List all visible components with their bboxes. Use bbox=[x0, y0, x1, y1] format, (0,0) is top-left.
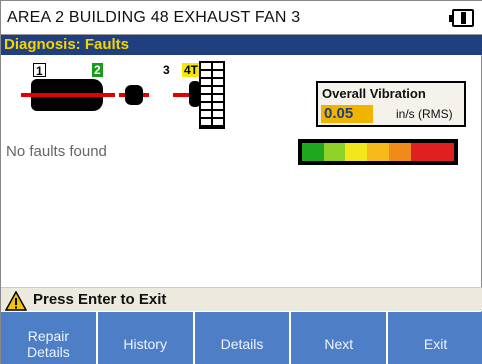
point-label-4t: 4T bbox=[182, 63, 201, 77]
coupling-icon bbox=[125, 85, 143, 105]
analyzer-screen: AREA 2 BUILDING 48 EXHAUST FAN 3 Diagnos… bbox=[0, 0, 482, 364]
softkey-label-line2: Details bbox=[220, 335, 264, 352]
point-label-1: 1 bbox=[33, 63, 46, 78]
faults-message: No faults found bbox=[6, 143, 107, 160]
softkey-exit[interactable]: Exit bbox=[388, 312, 482, 364]
motor-shaft-line bbox=[21, 93, 115, 97]
softkey-label-line2: Next bbox=[324, 335, 354, 352]
severity-segment bbox=[410, 143, 433, 161]
point-label-2: 2 bbox=[92, 63, 103, 77]
screen-title: Diagnosis: Faults bbox=[4, 36, 130, 53]
machine-title: AREA 2 BUILDING 48 EXHAUST FAN 3 bbox=[7, 9, 301, 26]
overall-vibration-value: 0.05 bbox=[321, 105, 373, 123]
title-bar: AREA 2 BUILDING 48 EXHAUST FAN 3 bbox=[1, 1, 482, 35]
severity-segment bbox=[432, 143, 455, 161]
fan-icon bbox=[199, 61, 225, 129]
softkey-label-line1: Repair bbox=[27, 327, 70, 344]
softkey-label-line2: History bbox=[123, 335, 167, 352]
severity-segment bbox=[323, 143, 346, 161]
point-label-3: 3 bbox=[161, 63, 172, 77]
warning-icon bbox=[5, 291, 27, 311]
prompt-bar: Press Enter to Exit bbox=[1, 287, 482, 311]
softkey-label-line2: Details bbox=[27, 343, 70, 360]
softkey-next[interactable]: Next bbox=[291, 312, 387, 364]
fan-hub-icon bbox=[189, 81, 201, 107]
softkey-label-line2: Exit bbox=[423, 335, 448, 352]
severity-segment bbox=[345, 143, 368, 161]
screen-header: Diagnosis: Faults bbox=[1, 35, 482, 55]
overall-vibration-label: Overall Vibration bbox=[322, 86, 426, 101]
softkey-history[interactable]: History bbox=[97, 312, 193, 364]
battery-icon bbox=[449, 9, 474, 27]
overall-vibration-panel: Overall Vibration 0.05 in/s (RMS) bbox=[316, 81, 466, 127]
severity-segment bbox=[302, 143, 324, 161]
severity-scale bbox=[298, 139, 458, 165]
severity-segment bbox=[388, 143, 411, 161]
overall-vibration-unit: in/s (RMS) bbox=[396, 107, 453, 121]
prompt-text: Press Enter to Exit bbox=[33, 291, 167, 308]
softkey-repair-details[interactable]: Repair Details bbox=[1, 312, 96, 364]
softkey-bar: Repair Details History Details Next Exit bbox=[1, 312, 482, 364]
severity-segment bbox=[367, 143, 389, 161]
softkey-details[interactable]: Details bbox=[194, 312, 290, 364]
